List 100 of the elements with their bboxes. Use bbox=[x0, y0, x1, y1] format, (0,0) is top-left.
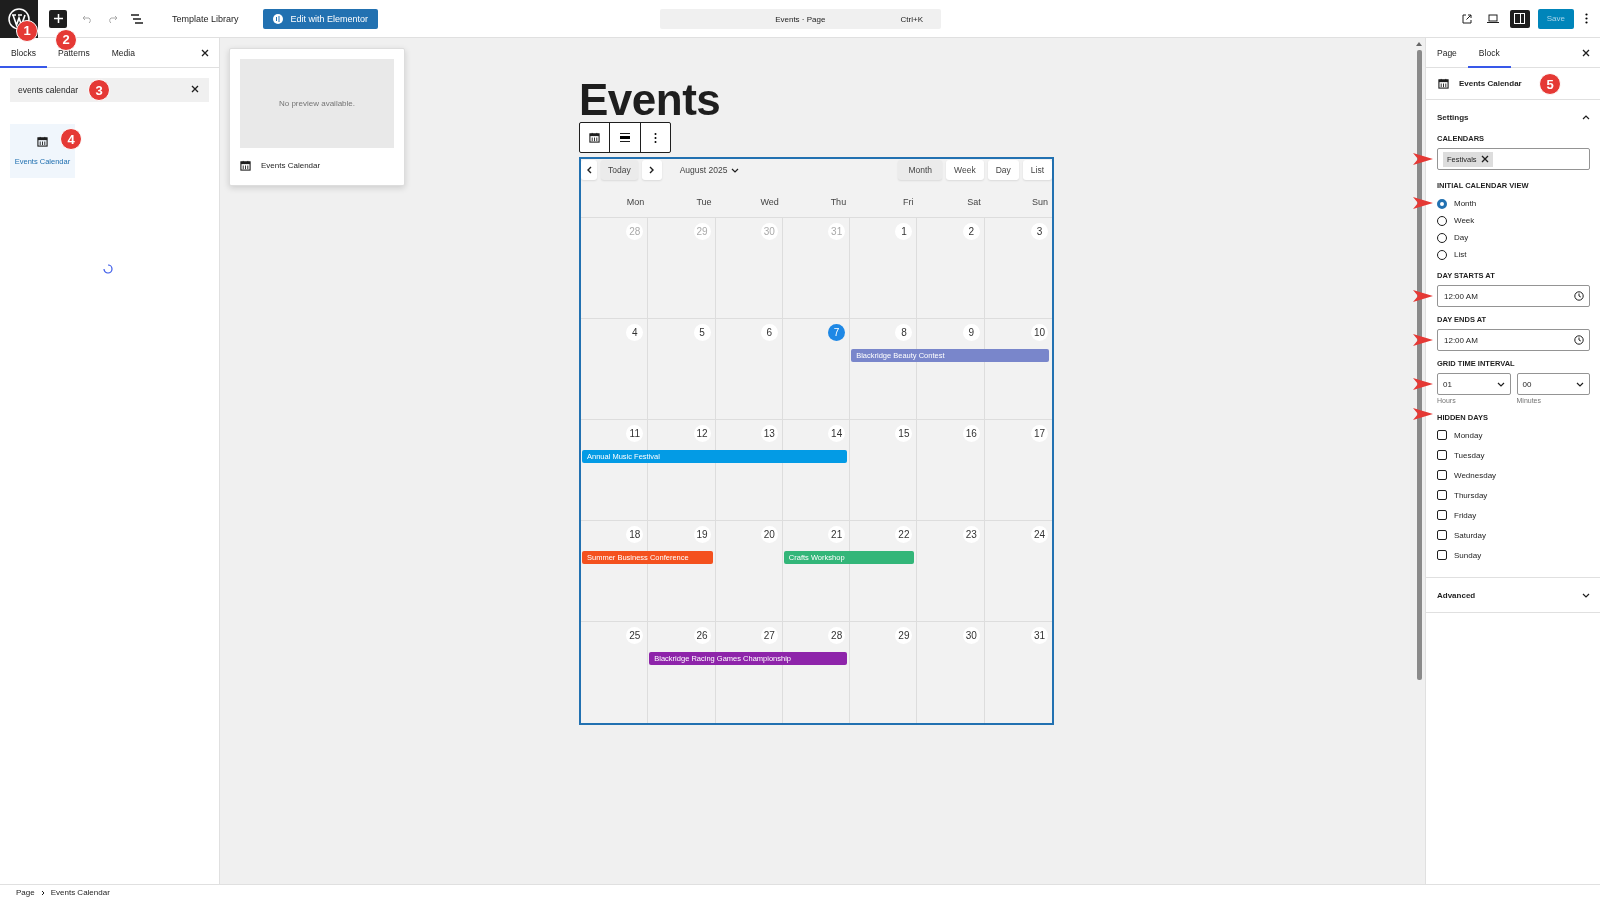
date-number: 29 bbox=[895, 627, 913, 644]
date-number: 27 bbox=[760, 627, 778, 644]
template-library-link[interactable]: Template Library bbox=[172, 13, 239, 24]
more-vertical-icon bbox=[653, 132, 657, 143]
option-label: Day bbox=[1454, 233, 1469, 242]
date-number: 18 bbox=[626, 526, 644, 543]
weekday-label: Wed bbox=[759, 197, 780, 207]
date-number: 22 bbox=[895, 526, 913, 543]
settings-toggle-button[interactable] bbox=[1509, 9, 1530, 28]
calendar-icon bbox=[37, 136, 48, 147]
option-label: Tuesday bbox=[1454, 450, 1485, 460]
next-button[interactable] bbox=[641, 160, 662, 180]
month-selector[interactable]: August 2025 bbox=[673, 164, 746, 176]
clock-icon bbox=[1574, 291, 1584, 301]
redo-icon bbox=[106, 14, 118, 23]
minutes-select[interactable]: 00 bbox=[1516, 373, 1590, 395]
shortcut-label: Ctrl+K bbox=[900, 14, 924, 24]
option-label: Thursday bbox=[1454, 490, 1488, 500]
scrollbar[interactable] bbox=[1413, 38, 1425, 884]
step-marker: 4 bbox=[60, 128, 82, 150]
date-number: 21 bbox=[828, 526, 846, 543]
weekday-label: Sun bbox=[1030, 197, 1049, 207]
weekday-label: Tue bbox=[695, 197, 713, 207]
checkbox[interactable] bbox=[1437, 430, 1447, 440]
breadcrumb-link[interactable]: Events Calendar bbox=[50, 888, 110, 897]
clear-search-button[interactable] bbox=[189, 85, 201, 93]
today-button[interactable]: Today bbox=[601, 160, 638, 180]
date-number: 15 bbox=[895, 425, 913, 442]
date-number: 29 bbox=[693, 223, 711, 240]
view-button[interactable]: Day bbox=[987, 160, 1019, 180]
step-marker: 2 bbox=[55, 28, 77, 51]
chevron-right-icon bbox=[40, 889, 45, 896]
view-button[interactable]: Month bbox=[898, 160, 943, 180]
arrow-icon bbox=[1413, 197, 1433, 209]
option-label: List bbox=[1454, 250, 1467, 259]
arrow-icon bbox=[1413, 153, 1433, 165]
option-label: Sunday bbox=[1454, 550, 1482, 560]
weekday-label: Thu bbox=[829, 197, 848, 207]
option-label: Wednesday bbox=[1454, 470, 1497, 480]
list-icon bbox=[131, 13, 143, 24]
option-label: Friday bbox=[1454, 510, 1477, 520]
date-number: 30 bbox=[760, 223, 778, 240]
page-title[interactable]: Events bbox=[579, 78, 1054, 122]
date-number: 30 bbox=[962, 627, 980, 644]
advanced-toggle[interactable]: Advanced bbox=[1437, 578, 1590, 612]
checkbox[interactable] bbox=[1437, 550, 1447, 560]
weekday-label: Mon bbox=[625, 197, 646, 207]
align-icon bbox=[620, 133, 630, 142]
settings-toggle[interactable]: Settings bbox=[1437, 100, 1590, 134]
undo-icon bbox=[81, 14, 93, 23]
view-button[interactable]: Week bbox=[946, 160, 984, 180]
time-field[interactable]: 12:00 AM bbox=[1437, 329, 1590, 351]
more-vertical-icon bbox=[1584, 13, 1588, 24]
remove-icon bbox=[1480, 155, 1489, 163]
checkbox[interactable] bbox=[1437, 450, 1447, 460]
step-marker: 5 bbox=[1539, 73, 1561, 95]
checkbox[interactable] bbox=[1437, 490, 1447, 500]
laptop-icon bbox=[1486, 14, 1499, 23]
date-number: 3 bbox=[1031, 223, 1048, 240]
view-button[interactable]: List bbox=[1022, 160, 1052, 180]
option-label: Week bbox=[1454, 216, 1475, 225]
close-button[interactable] bbox=[199, 48, 211, 57]
sidebar-tab[interactable]: Page bbox=[1426, 37, 1468, 68]
date-number: 31 bbox=[828, 223, 846, 240]
option-label: Monday bbox=[1454, 430, 1483, 440]
arrow-icon bbox=[1413, 290, 1433, 302]
calendar-icon bbox=[1438, 78, 1449, 89]
command-bar[interactable]: Events · Page Ctrl+K bbox=[660, 9, 941, 29]
plus-icon bbox=[53, 14, 63, 23]
date-number: 28 bbox=[626, 223, 644, 240]
date-number: 24 bbox=[1031, 526, 1048, 543]
close-button[interactable] bbox=[1580, 48, 1592, 57]
weekday-label: Fri bbox=[901, 197, 915, 207]
checkbox[interactable] bbox=[1437, 510, 1447, 520]
date-number: 12 bbox=[693, 425, 711, 442]
breadcrumb-link[interactable]: Page bbox=[16, 888, 35, 897]
date-number: 4 bbox=[626, 324, 644, 341]
previous-button[interactable] bbox=[581, 160, 597, 180]
radio-button[interactable] bbox=[1437, 198, 1447, 209]
inserter-tab[interactable]: Media bbox=[100, 37, 146, 68]
checkbox[interactable] bbox=[1437, 530, 1447, 540]
checkbox[interactable] bbox=[1437, 470, 1447, 480]
arrow-icon bbox=[1413, 378, 1433, 390]
date-number: 7 bbox=[828, 324, 846, 341]
close-icon bbox=[201, 48, 209, 57]
weekday-label: Sat bbox=[966, 197, 982, 207]
date-number: 19 bbox=[693, 526, 711, 543]
date-number: 5 bbox=[693, 324, 711, 341]
elementor-button[interactable]: Edit with Elementor bbox=[262, 8, 379, 29]
date-number: 6 bbox=[760, 324, 778, 341]
add-block-button[interactable] bbox=[49, 9, 67, 28]
time-field[interactable]: 12:00 AM bbox=[1437, 285, 1590, 307]
chevron-down-icon bbox=[731, 167, 740, 173]
date-number: 28 bbox=[828, 627, 846, 644]
calendar-icon bbox=[589, 132, 601, 143]
calendar-icon bbox=[240, 160, 251, 171]
step-marker: 1 bbox=[16, 19, 38, 42]
sidebar-tab[interactable]: Block bbox=[1467, 37, 1511, 68]
date-number: 14 bbox=[828, 425, 846, 442]
hours-select[interactable]: 01 bbox=[1437, 373, 1511, 395]
